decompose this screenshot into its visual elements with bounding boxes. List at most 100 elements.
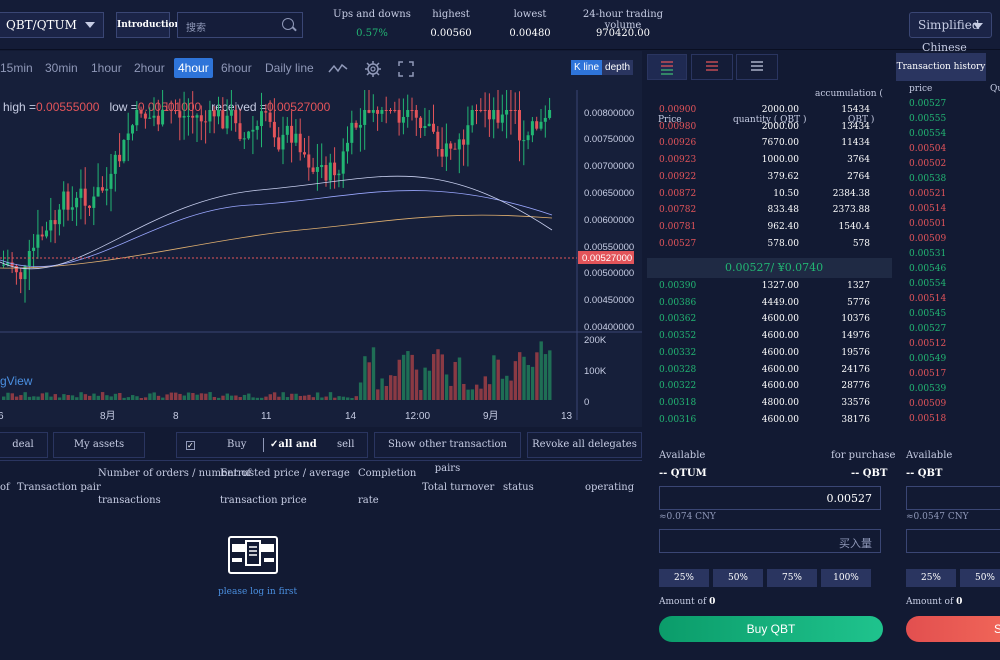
orderbook-row[interactable]: 0.00390 1327.00 1327 bbox=[647, 279, 892, 295]
candle-body bbox=[212, 110, 216, 117]
buy-pct-25[interactable]: 25% bbox=[659, 569, 709, 587]
timeframe-4hour[interactable]: 4hour bbox=[174, 58, 213, 78]
buy-amount-row: Amount of 0 bbox=[659, 597, 715, 607]
orderbook-row[interactable]: 0.00332 4600.00 19576 bbox=[647, 346, 892, 362]
language-select[interactable]: Simplified bbox=[909, 12, 992, 38]
orderbook-row[interactable]: 0.00922 379.62 2764 bbox=[647, 170, 892, 186]
candle-body bbox=[543, 117, 547, 122]
candle-body bbox=[225, 115, 229, 129]
login-prompt[interactable]: please log in first bbox=[218, 587, 297, 597]
orderbook-price: 0.00352 bbox=[659, 331, 697, 342]
tab-my-assets[interactable]: My assets bbox=[53, 432, 145, 458]
volume-bar bbox=[427, 370, 432, 400]
volume-bar bbox=[62, 394, 66, 400]
buy-pct-75[interactable]: 75% bbox=[767, 569, 817, 587]
checkbox-icon[interactable]: ✓ bbox=[186, 441, 195, 450]
kline-button[interactable]: K line bbox=[571, 60, 603, 75]
settings-gear-icon[interactable] bbox=[364, 60, 382, 78]
candle-body bbox=[346, 142, 349, 152]
orderbook-row[interactable]: 0.00781 962.40 1540.4 bbox=[647, 220, 892, 236]
orderbook-price: 0.00527 bbox=[659, 238, 697, 249]
chevron-down-icon bbox=[85, 22, 95, 28]
buy-amount-value: 0 bbox=[709, 597, 716, 607]
orderbook-view-both[interactable] bbox=[647, 54, 687, 80]
candle-body bbox=[100, 187, 104, 191]
timeframe-daily[interactable]: Daily line bbox=[265, 61, 314, 75]
timeframe-1hour[interactable]: 1hour bbox=[91, 61, 122, 75]
timeframe-15min[interactable]: 15min bbox=[0, 61, 33, 75]
buy-pct-100[interactable]: 100% bbox=[821, 569, 871, 587]
candlestick-chart[interactable]: 0.00527000 0.00800000 0.00750000 0.00700… bbox=[0, 90, 642, 426]
orderbook-row[interactable]: 0.00328 4600.00 24176 bbox=[647, 363, 892, 379]
tab-deal[interactable]: deal bbox=[0, 432, 48, 458]
search-input[interactable]: 搜索 bbox=[177, 12, 303, 38]
search-icon[interactable] bbox=[282, 18, 294, 30]
volume-bar bbox=[522, 356, 526, 400]
orderbook-row[interactable]: 0.00322 4600.00 28776 bbox=[647, 379, 892, 395]
buy-button[interactable]: Buy QBT bbox=[659, 616, 883, 642]
volume-bar bbox=[247, 393, 251, 400]
orderbook-price: 0.00362 bbox=[659, 314, 697, 325]
depth-button[interactable]: depth bbox=[602, 60, 634, 75]
orderbook-view-bids[interactable] bbox=[736, 54, 778, 80]
filter-all[interactable]: ✓all and bbox=[270, 433, 317, 457]
orderbook-asks-icon bbox=[706, 61, 718, 71]
timeframe-6hour[interactable]: 6hour bbox=[221, 61, 252, 75]
sell-pct-50[interactable]: 50% bbox=[960, 569, 1000, 587]
chart-mode-toggle[interactable]: K line depth bbox=[571, 60, 634, 75]
stat-value-change: 0.57% bbox=[356, 28, 388, 39]
timeframe-30min[interactable]: 30min bbox=[45, 61, 78, 75]
orderbook-row[interactable]: 0.00926 7670.00 11434 bbox=[647, 136, 892, 152]
fullscreen-icon[interactable] bbox=[398, 61, 414, 77]
price-tick: 0.00450000 bbox=[584, 295, 634, 306]
volume-bar bbox=[161, 397, 165, 400]
time-tick: 6 bbox=[0, 411, 4, 422]
volume-bar bbox=[238, 397, 242, 400]
filter-buy[interactable]: Buy bbox=[227, 433, 246, 457]
sell-price-input[interactable] bbox=[906, 486, 1000, 510]
orderbook-price: 0.00923 bbox=[659, 155, 697, 166]
orderbook-row[interactable]: 0.00352 4600.00 14976 bbox=[647, 329, 892, 345]
buy-amount-label: Amount of bbox=[659, 597, 707, 607]
orderbook-row[interactable]: 0.00362 4600.00 10376 bbox=[647, 312, 892, 328]
orderbook-row[interactable]: 0.00386 4449.00 5776 bbox=[647, 296, 892, 312]
candle-body bbox=[414, 110, 418, 118]
orderbook-row[interactable]: 0.00900 2000.00 15434 bbox=[647, 103, 892, 119]
timeframe-2hour[interactable]: 2hour bbox=[134, 61, 165, 75]
moving-average-line bbox=[0, 175, 553, 270]
candle-body bbox=[432, 123, 435, 132]
orderbook-row[interactable]: 0.00782 833.48 2373.88 bbox=[647, 203, 892, 219]
tab-transaction-history[interactable]: Transaction history bbox=[896, 53, 986, 81]
buy-pct-50[interactable]: 50% bbox=[713, 569, 763, 587]
volume-bar bbox=[113, 393, 118, 400]
sell-amount-input[interactable] bbox=[906, 529, 1000, 553]
orderbook-row[interactable]: 0.00872 10.50 2384.38 bbox=[647, 187, 892, 203]
orderbook-row[interactable]: 0.00923 1000.00 3764 bbox=[647, 153, 892, 169]
buy-price-input[interactable]: 0.00527 bbox=[659, 486, 881, 510]
history-row-price: 0.00539 bbox=[909, 384, 947, 394]
orderbook-row[interactable]: 0.00318 4800.00 33576 bbox=[647, 396, 892, 412]
pair-select[interactable]: QBT/QTUM bbox=[0, 12, 104, 38]
buy-amount-input[interactable]: 买入量 bbox=[659, 529, 881, 553]
filter-sell[interactable]: sell bbox=[337, 433, 354, 457]
candle-body bbox=[324, 165, 328, 181]
revoke-all-button[interactable]: Revoke all delegates bbox=[527, 432, 642, 458]
volume-bar bbox=[311, 397, 315, 400]
orderbook-quantity: 833.48 bbox=[767, 205, 800, 216]
sell-button[interactable]: S bbox=[906, 616, 1000, 642]
orderbook-row[interactable]: 0.00980 2000.00 13434 bbox=[647, 120, 892, 136]
volume-bar bbox=[543, 354, 548, 400]
orderbook-row[interactable]: 0.00316 4600.00 38176 bbox=[647, 413, 892, 429]
show-other-pairs-button[interactable]: Show other transaction pairs bbox=[374, 432, 521, 474]
history-header-quantity: Qu bbox=[990, 84, 1000, 94]
orderbook-quantity: 4600.00 bbox=[761, 347, 799, 358]
volume-bar bbox=[169, 392, 174, 400]
sell-pct-25[interactable]: 25% bbox=[906, 569, 956, 587]
introduction-button[interactable]: Introduction bbox=[116, 12, 181, 38]
volume-bar bbox=[6, 392, 10, 400]
indicator-icon[interactable] bbox=[328, 62, 348, 76]
orderbook-accumulation: 14976 bbox=[841, 331, 870, 342]
orderbook-view-asks[interactable] bbox=[691, 54, 733, 80]
volume-bar bbox=[195, 394, 199, 400]
orderbook-row[interactable]: 0.00527 578.00 578 bbox=[647, 237, 892, 253]
